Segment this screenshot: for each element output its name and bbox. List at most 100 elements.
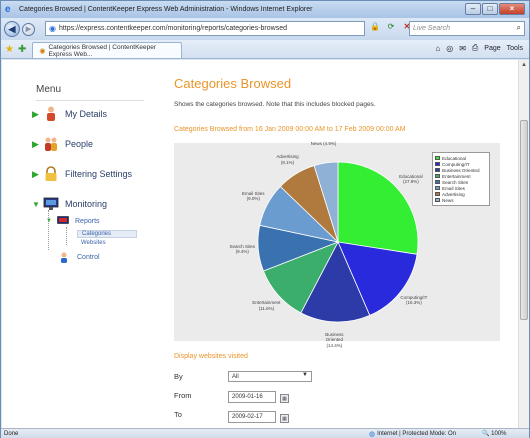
tools-menu[interactable]: Tools: [507, 45, 523, 52]
print-icon[interactable]: ⎙: [472, 43, 478, 53]
calendar-icon[interactable]: ▦: [280, 394, 289, 403]
search-input[interactable]: Live Search ⌕: [409, 21, 525, 36]
expand-arrow-icon[interactable]: ▶: [32, 109, 42, 120]
forward-button[interactable]: ▶: [22, 22, 35, 36]
legend-label: Search Sites: [442, 179, 469, 185]
sidebar-item-control[interactable]: Control: [58, 250, 100, 264]
menu-divider: [36, 100, 144, 101]
pie-label: Advertising (8.1%): [276, 154, 299, 165]
from-date-field[interactable]: 2009-01-16: [228, 391, 276, 403]
scroll-up-icon[interactable]: ▲: [521, 62, 527, 68]
legend-label: Email Sites: [442, 185, 465, 191]
refresh-icon[interactable]: ⟳: [385, 22, 397, 31]
lock-icon[interactable]: 🔒: [369, 22, 381, 31]
address-bar: ◀ ▶ ◉ https://express.contentkeeper.com/…: [1, 18, 529, 40]
report-range-title: Categories Browsed from 16 Jan 2009 00:0…: [174, 126, 406, 133]
tab-page-icon: ◉: [39, 47, 46, 55]
url-field[interactable]: ◉ https://express.contentkeeper.com/moni…: [45, 21, 365, 36]
to-date-field[interactable]: 2009-02-17: [228, 411, 276, 423]
to-label: To: [174, 410, 182, 419]
page-description: Shows the categories browsed. Note that …: [174, 101, 376, 108]
pie-label: Email Sites (9.0%): [241, 190, 265, 202]
sidebar-item-filtering-settings[interactable]: ▶ Filtering Settings: [32, 165, 132, 183]
tab-bar: ★ ✚ ◉ Categories Browsed | ContentKeeper…: [1, 40, 529, 59]
legend-label: Business Oriented: [442, 167, 480, 173]
from-date-value: 2009-01-16: [232, 394, 263, 400]
sidebar-item-people[interactable]: ▶ People: [32, 135, 93, 153]
by-select-value: All: [232, 373, 239, 380]
legend-swatch: [435, 174, 440, 178]
add-favorites-icon[interactable]: ✚: [18, 44, 26, 55]
scrollbar-thumb[interactable]: [520, 120, 528, 320]
user-icon: [42, 105, 60, 123]
sidebar-item-monitoring[interactable]: ▼ Monitoring: [32, 195, 107, 213]
legend-label: Computing/IT: [442, 161, 470, 167]
globe-icon: ◍: [369, 431, 376, 438]
sidebar-item-websites[interactable]: Websites: [81, 240, 106, 246]
search-icon[interactable]: ⌕: [517, 23, 521, 33]
pie-label: Educational (27.9%): [399, 173, 423, 185]
close-button[interactable]: ×: [499, 3, 525, 15]
collapse-arrow-icon[interactable]: ▼: [32, 200, 42, 209]
ie-logo-icon: e: [5, 3, 11, 15]
security-zone[interactable]: ◍ Internet | Protected Mode: On: [369, 430, 456, 438]
sidebar-item-label: Reports: [75, 217, 100, 225]
home-icon[interactable]: ⌂: [435, 44, 440, 53]
back-button[interactable]: ◀: [4, 21, 20, 37]
control-icon: [58, 250, 72, 264]
page-title: Categories Browsed: [174, 76, 292, 91]
sidebar-item-label: Control: [77, 253, 100, 261]
legend-label: Entertainment: [442, 173, 471, 179]
feeds-icon[interactable]: ◎: [446, 44, 453, 53]
tree-connector: [66, 227, 67, 245]
legend-swatch: [435, 180, 440, 184]
sidebar-item-label: My Details: [65, 109, 108, 119]
sidebar-item-my-details[interactable]: ▶ My Details: [32, 105, 107, 123]
sidebar: Menu ▶ My Details ▶ People ▶ Filtering S…: [22, 60, 152, 428]
by-select[interactable]: All ▼: [228, 371, 312, 382]
pie-label: News (4.9%): [310, 141, 337, 147]
zoom-level[interactable]: 🔍 100%: [482, 430, 507, 437]
sidebar-item-label: Filtering Settings: [65, 169, 133, 179]
expand-arrow-icon[interactable]: ▶: [32, 169, 42, 180]
reports-icon: [56, 214, 70, 228]
tab-label: Categories Browsed | ContentKeeper Expre…: [48, 43, 157, 58]
by-label: By: [174, 372, 183, 381]
favorites-star-icon[interactable]: ★: [5, 44, 14, 55]
legend-swatch: [435, 192, 440, 196]
command-bar: ⌂ ◎ ✉ ⎙ Page Tools: [435, 43, 523, 53]
window-title: Categories Browsed | ContentKeeper Expre…: [19, 6, 313, 13]
status-bar: Done ◍ Internet | Protected Mode: On 🔍 1…: [1, 428, 529, 438]
maximize-button[interactable]: □: [482, 3, 498, 15]
zoom-icon: 🔍: [482, 431, 490, 437]
visited-section-title: Display websites visited: [174, 353, 248, 360]
mail-icon[interactable]: ✉: [459, 44, 466, 53]
expand-arrow-icon[interactable]: ▶: [32, 139, 42, 150]
main-panel: Categories Browsed Shows the categories …: [174, 60, 514, 428]
legend-label: Advertising: [442, 191, 465, 197]
sidebar-item-categories[interactable]: Categories: [77, 230, 137, 238]
sidebar-item-label: People: [65, 139, 94, 149]
people-icon: [42, 135, 60, 153]
page-content: Menu ▶ My Details ▶ People ▶ Filtering S…: [2, 60, 518, 428]
pie-label: Computing/IT (16.3%): [400, 294, 428, 306]
monitor-icon: [42, 195, 60, 213]
title-bar: e Categories Browsed | ContentKeeper Exp…: [1, 1, 529, 18]
chart-panel: Educational (27.9%) Computing/IT (16.3%) B…: [174, 141, 500, 348]
vertical-scrollbar[interactable]: ▲: [518, 60, 529, 428]
pie-label: Entertainment (11.6%): [252, 300, 281, 311]
tab-categories-browsed[interactable]: ◉ Categories Browsed | ContentKeeper Exp…: [32, 42, 183, 58]
legend-swatch: [435, 162, 440, 166]
sidebar-item-label: Monitoring: [65, 199, 108, 209]
minimize-button[interactable]: –: [465, 3, 481, 15]
menu-title: Menu: [36, 84, 62, 95]
zone-text: Internet | Protected Mode: On: [377, 431, 457, 437]
zoom-value: 100%: [491, 431, 507, 437]
url-tools: 🔒 ⟳ ✕: [369, 22, 413, 31]
calendar-icon[interactable]: ▦: [280, 414, 289, 423]
legend-swatch: [435, 156, 440, 160]
page-menu[interactable]: Page: [484, 45, 500, 52]
sidebar-item-reports[interactable]: ▼ Reports: [46, 214, 100, 228]
pie-label: Business Oriented (14.4%): [325, 331, 344, 348]
collapse-arrow-icon[interactable]: ▼: [46, 218, 56, 224]
